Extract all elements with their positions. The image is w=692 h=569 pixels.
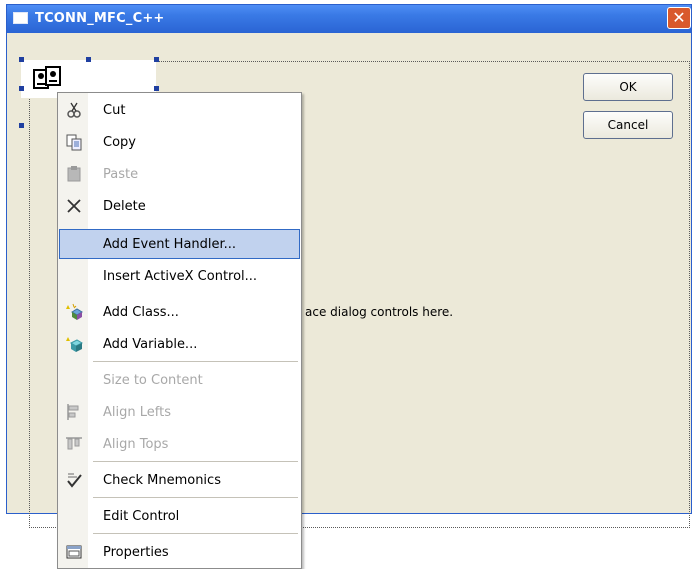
context-menu: Cut Copy Paste Delete Add Event Handler.… — [57, 92, 302, 569]
selection-handle[interactable] — [19, 57, 24, 62]
menu-item-label: Add Variable... — [103, 337, 198, 352]
check-mnemonics-icon — [67, 473, 82, 488]
menu-item-paste[interactable]: Paste — [59, 159, 300, 189]
menu-item-cut[interactable]: Cut — [59, 95, 300, 125]
activex-control-icon — [33, 66, 61, 89]
cancel-button[interactable]: Cancel — [583, 111, 673, 139]
menu-item-label: Paste — [103, 167, 139, 182]
selection-handle[interactable] — [19, 123, 24, 128]
menu-item-check-mnemonics[interactable]: Check Mnemonics — [59, 465, 300, 495]
copy-icon — [66, 134, 82, 151]
menu-item-delete[interactable]: Delete — [59, 191, 300, 221]
properties-icon — [66, 545, 82, 559]
menu-item-label: Delete — [103, 199, 146, 214]
paste-icon — [67, 166, 81, 182]
menu-separator — [93, 461, 298, 462]
menu-separator — [93, 497, 298, 498]
selection-handle[interactable] — [154, 86, 159, 91]
menu-item-label: Add Event Handler... — [103, 237, 237, 252]
menu-item-label: Insert ActiveX Control... — [103, 269, 258, 284]
menu-item-add-variable[interactable]: Add Variable... — [59, 329, 300, 359]
menu-item-label: Cut — [103, 103, 126, 118]
menu-item-label: Size to Content — [103, 373, 203, 388]
menu-item-label: Align Tops — [103, 437, 169, 452]
menu-item-edit-control[interactable]: Edit Control — [59, 501, 300, 531]
menu-item-align-tops[interactable]: Align Tops — [59, 429, 300, 459]
ok-button[interactable]: OK — [583, 73, 673, 101]
window-title: TCONN_MFC_C++ — [35, 11, 165, 26]
add-class-icon — [66, 303, 83, 320]
menu-item-label: Copy — [103, 135, 136, 150]
add-variable-icon — [66, 337, 83, 352]
title-bar[interactable]: TCONN_MFC_C++ ✕ — [7, 5, 691, 33]
window-icon — [13, 12, 28, 24]
menu-item-add-class[interactable]: Add Class... — [59, 297, 300, 327]
menu-item-label: Align Lefts — [103, 405, 171, 420]
selection-handle[interactable] — [19, 86, 24, 91]
menu-item-label: Properties — [103, 545, 169, 560]
menu-item-size-to-content[interactable]: Size to Content — [59, 365, 300, 395]
menu-item-properties[interactable]: Properties — [59, 537, 300, 567]
menu-item-copy[interactable]: Copy — [59, 127, 300, 157]
menu-item-insert-activex-control[interactable]: Insert ActiveX Control... — [59, 261, 300, 291]
align-lefts-icon — [67, 404, 79, 420]
menu-item-add-event-handler[interactable]: Add Event Handler... — [59, 229, 300, 259]
menu-item-align-lefts[interactable]: Align Lefts — [59, 397, 300, 427]
menu-separator — [93, 361, 298, 362]
menu-item-label: Edit Control — [103, 509, 180, 524]
align-tops-icon — [66, 437, 82, 450]
delete-x-icon — [67, 199, 81, 213]
selection-handle[interactable] — [86, 57, 91, 62]
scissors-icon — [67, 102, 81, 118]
menu-item-label: Check Mnemonics — [103, 473, 221, 488]
close-button[interactable]: ✕ — [667, 7, 691, 29]
menu-item-label: Add Class... — [103, 305, 179, 320]
selection-handle[interactable] — [154, 57, 159, 62]
placeholder-text: ace dialog controls here. — [305, 305, 454, 319]
menu-separator — [93, 533, 298, 534]
